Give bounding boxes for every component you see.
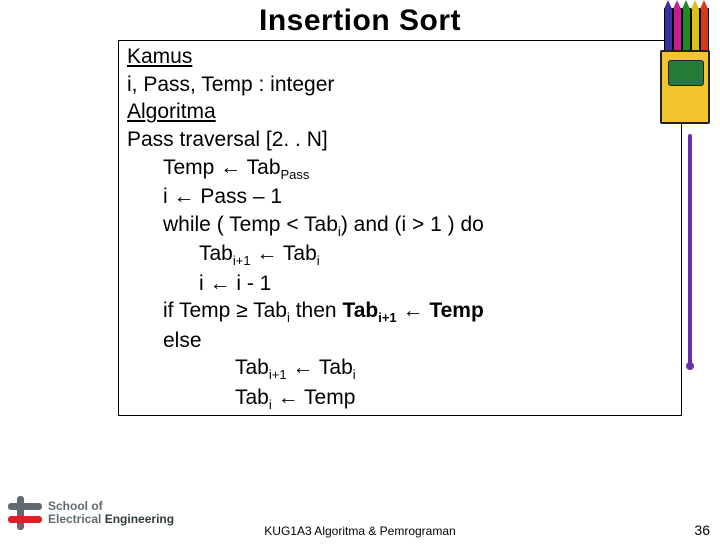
crayon-stroke-icon xyxy=(688,134,692,364)
line-else-shift: Tabi+1 ← Tabi xyxy=(127,354,673,383)
logo-text: School of Electrical Engineering xyxy=(48,500,174,525)
line-body-shift: Tabi+1 ← Tabi xyxy=(127,240,673,269)
kamus-heading: Kamus xyxy=(127,45,192,68)
crayon-box-icon xyxy=(660,6,708,126)
line-else: else xyxy=(127,327,673,355)
footer-text: KUG1A3 Algoritma & Pemrograman xyxy=(0,524,720,538)
kamus-declaration: i, Pass, Temp : integer xyxy=(127,71,673,99)
line-body-dec: i ← i - 1 xyxy=(127,270,673,298)
algorithm-box: Kamus i, Pass, Temp : integer Algoritma … xyxy=(118,40,682,416)
line-pass-traversal: Pass traversal [2. . N] xyxy=(127,126,673,154)
line-i-assign: i ← Pass – 1 xyxy=(127,183,673,211)
line-if: if Temp ≥ Tabi then Tabi+1 ← Temp xyxy=(127,297,673,326)
line-temp-assign: Temp ← TabPass xyxy=(127,154,673,183)
page-number: 36 xyxy=(694,522,710,538)
line-else-assign: Tabi ← Temp xyxy=(127,384,673,413)
algoritma-heading: Algoritma xyxy=(127,100,216,123)
line-while: while ( Temp < Tabi) and (i > 1 ) do xyxy=(127,211,673,240)
page-title: Insertion Sort xyxy=(0,4,720,38)
